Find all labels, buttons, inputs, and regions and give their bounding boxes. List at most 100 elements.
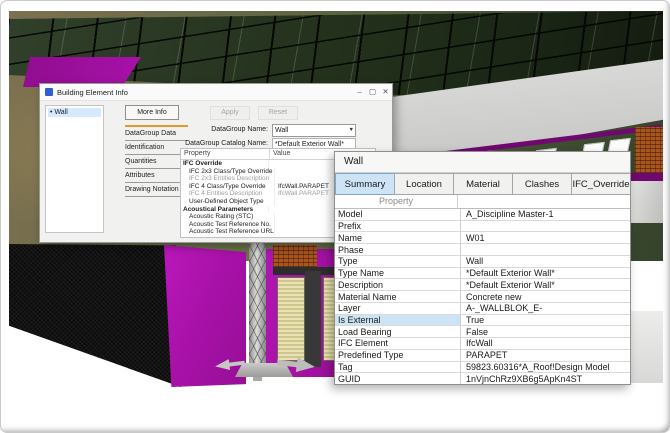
property-name: Model — [335, 209, 461, 220]
property-name: Type — [335, 256, 461, 267]
steel-lattice-column — [249, 239, 266, 369]
property-value: W01 — [461, 232, 630, 243]
property-name: IFC Override — [181, 160, 269, 168]
catalog-name-label: DataGroup Catalog Name: — [164, 140, 268, 147]
property-value: False — [461, 326, 630, 337]
tree-item-wall[interactable]: • Wall — [48, 108, 101, 117]
element-tree: • Wall — [45, 105, 104, 233]
datagroup-name-label: DataGroup Name: — [186, 126, 268, 133]
property-name: Prefix — [335, 221, 461, 232]
table-row[interactable]: Layer A-_WALLBLOK_E- — [335, 303, 630, 315]
window-controls: – ▢ ✕ — [353, 84, 392, 100]
datagroup-name-select[interactable]: Wall ▼ — [272, 124, 356, 137]
apply-button[interactable]: Apply — [210, 106, 250, 120]
table-row[interactable]: Phase — [335, 244, 630, 256]
property-name: Name — [335, 232, 461, 243]
panel-title: Wall — [335, 152, 630, 173]
property-value: Concrete new — [461, 291, 630, 302]
property-name: Material Name — [335, 291, 461, 302]
property-value: *Default Exterior Wall* — [461, 279, 630, 290]
property-value: A_Discipline Master-1 — [461, 209, 630, 220]
datagroup-side-tabs: DataGroup Data Identification Quantities… — [125, 125, 188, 197]
property-name: IFC 2x3 Class/Type Override — [181, 168, 275, 176]
table-row[interactable]: Predefined Type PARAPET — [335, 350, 630, 362]
reset-button[interactable]: Reset — [258, 106, 298, 120]
property-column-header: Property — [335, 195, 458, 208]
gray-wall-fragment — [631, 181, 663, 223]
black-textured-wall — [9, 244, 181, 390]
table-row[interactable]: Load Bearing False — [335, 326, 630, 338]
tree-bullet-icon: • — [50, 109, 52, 116]
property-name: IFC 2x3 Entities Description — [181, 175, 275, 183]
table-row[interactable]: IFC Element IfcWall — [335, 338, 630, 350]
property-name: GUID — [335, 373, 461, 384]
side-tab-drawing-notation[interactable]: Drawing Notation — [125, 183, 188, 197]
brick-wall-fragment — [635, 127, 663, 177]
property-value: Wall — [461, 256, 630, 267]
chevron-down-icon: ▼ — [349, 125, 354, 136]
property-name: Acoustical Parameters — [181, 206, 269, 214]
tree-item-label: Wall — [54, 109, 67, 116]
table-row[interactable]: Tag 59823.60316*A_Roof!Design Model — [335, 362, 630, 374]
tab-location[interactable]: Location — [394, 173, 454, 195]
window-mullion — [305, 271, 321, 367]
property-name: Layer — [335, 303, 461, 314]
table-row[interactable]: Name W01 — [335, 232, 630, 244]
wall-property-table: Model A_Discipline Master-1 Prefix Name … — [335, 209, 630, 384]
property-value — [461, 244, 630, 255]
property-value: 59823.60316*A_Roof!Design Model — [461, 362, 630, 373]
property-name: Type Name — [335, 268, 461, 279]
property-value: A-_WALLBLOK_E- — [461, 303, 630, 314]
close-icon[interactable]: ✕ — [379, 84, 392, 100]
tab-clashes[interactable]: Clashes — [512, 173, 572, 195]
magenta-edge-sliver — [631, 173, 663, 181]
table-row[interactable]: Description *Default Exterior Wall* — [335, 279, 630, 291]
wall-properties-panel: Wall Summary Location Material Clashes I… — [334, 151, 631, 385]
property-name: IFC 4 Class/Type Override — [181, 183, 275, 191]
property-value: *Default Exterior Wall* — [461, 268, 630, 279]
property-column-header: Property — [181, 149, 270, 159]
property-name: Load Bearing — [335, 326, 461, 337]
dialog-title-bar[interactable]: Building Element Info – ▢ ✕ — [40, 84, 392, 101]
property-value — [461, 221, 630, 232]
table-row-is-external[interactable]: Is External True — [335, 315, 630, 327]
panel-tabs: Summary Location Material Clashes IFC_Ov… — [335, 173, 630, 195]
brick-spandrel — [273, 245, 317, 267]
property-name: Is External — [335, 315, 461, 326]
dialog-title: Building Element Info — [57, 88, 128, 97]
side-tab-quantities[interactable]: Quantities — [125, 155, 188, 169]
tab-ifc-override[interactable]: IFC_Override — [571, 173, 630, 195]
property-name: Acoustic Test Reference URL — [181, 228, 275, 236]
property-name: Predefined Type — [335, 350, 461, 361]
minimize-icon[interactable]: – — [353, 84, 366, 100]
table-row[interactable]: Type Wall — [335, 256, 630, 268]
property-name: Tag — [335, 362, 461, 373]
side-tab-datagroup-data[interactable]: DataGroup Data — [125, 125, 188, 141]
property-name: User-Defined Object Type — [181, 198, 275, 206]
side-tab-attributes[interactable]: Attributes — [125, 169, 188, 183]
table-row[interactable]: GUID 1nVjnChRz9XB6g5ApKn4ST — [335, 373, 630, 384]
table-row[interactable]: Model A_Discipline Master-1 — [335, 209, 630, 221]
property-value: PARAPET — [461, 350, 630, 361]
glazing-pane — [277, 277, 305, 361]
tab-summary[interactable]: Summary — [335, 173, 395, 195]
property-value: True — [461, 315, 630, 326]
table-row[interactable]: Prefix — [335, 221, 630, 233]
screenshot-frame: Building Element Info – ▢ ✕ • Wall More … — [0, 0, 670, 433]
table-row[interactable]: Type Name *Default Exterior Wall* — [335, 268, 630, 280]
property-name: Acoustic Rating (STC) — [181, 213, 275, 221]
property-name: Acoustic Test Reference No. — [181, 221, 275, 229]
property-value: 1nVjnChRz9XB6g5ApKn4ST — [461, 373, 630, 384]
tab-material[interactable]: Material — [453, 173, 513, 195]
app-icon — [45, 88, 53, 96]
gray-wall-fragment — [629, 311, 663, 383]
property-name: Phase — [335, 244, 461, 255]
datagroup-name-value: Wall — [275, 127, 288, 134]
table-row[interactable]: Material Name Concrete new — [335, 291, 630, 303]
property-value: IfcWall — [461, 338, 630, 349]
maximize-icon[interactable]: ▢ — [366, 84, 379, 100]
property-name: IFC 4 Entities Description — [181, 190, 275, 198]
table-header-row: Property — [335, 195, 630, 209]
more-info-button[interactable]: More Info — [125, 105, 179, 120]
property-name: IFC Element — [335, 338, 461, 349]
